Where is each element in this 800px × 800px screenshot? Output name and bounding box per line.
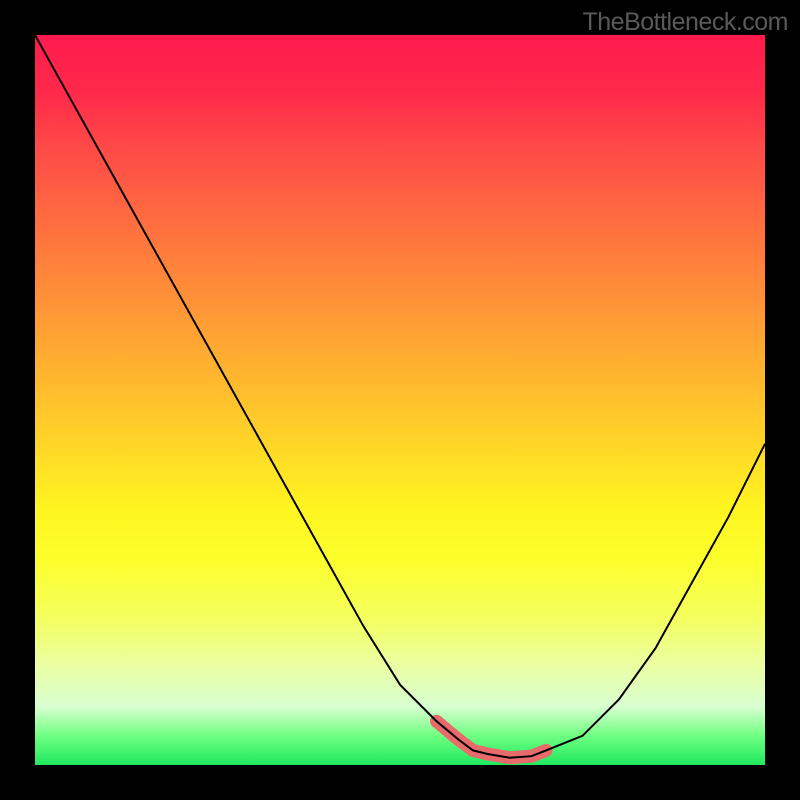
bottleneck-curve-line: [35, 35, 765, 758]
chart-svg: [35, 35, 765, 765]
optimal-range-highlight: [437, 721, 547, 758]
watermark-text: TheBottleneck.com: [583, 8, 789, 37]
chart-plot-area: [35, 35, 765, 765]
